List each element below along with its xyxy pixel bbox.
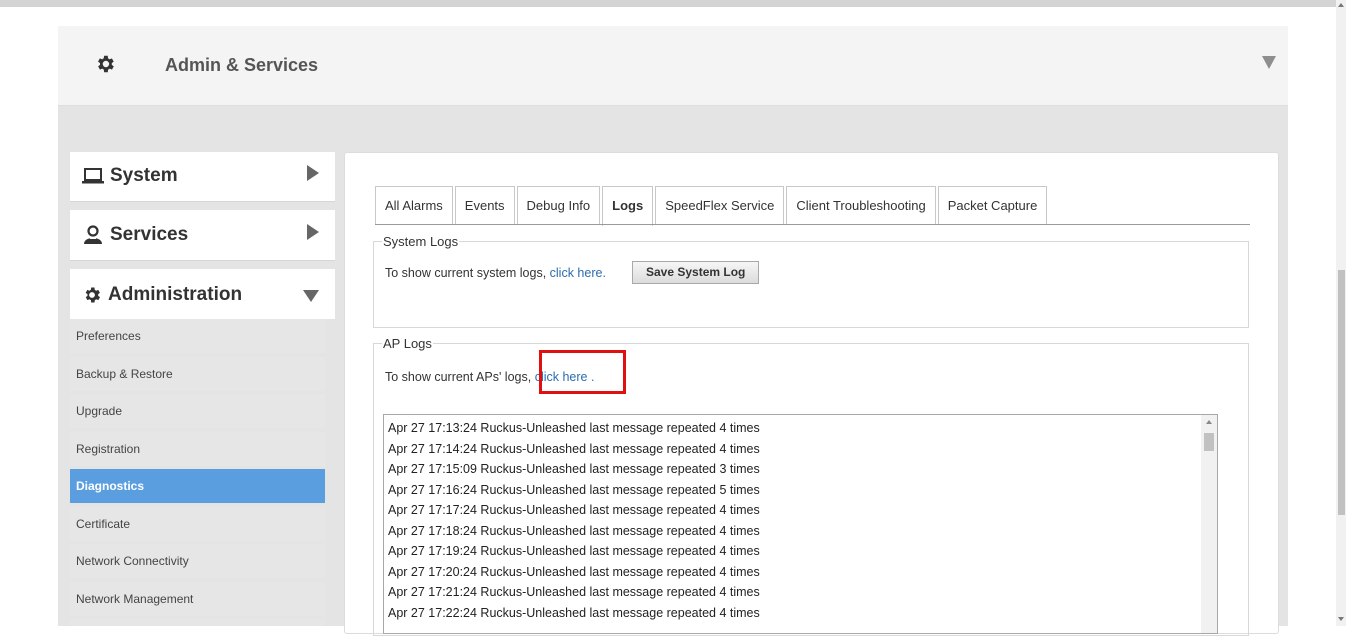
- log-line: Apr 27 17:16:24 Ruckus-Unleashed last me…: [388, 482, 760, 497]
- scroll-down-arrow-icon[interactable]: [1338, 617, 1344, 621]
- laptop-icon: [82, 168, 104, 184]
- ap-logs-textarea[interactable]: Apr 27 17:13:24 Ruckus-Unleashed last me…: [383, 414, 1218, 634]
- top-strip: [0, 0, 1336, 7]
- page-scroll-thumb[interactable]: [1338, 270, 1345, 515]
- log-line: Apr 27 17:13:24 Ruckus-Unleashed last me…: [388, 421, 760, 435]
- sidebar-item-partial: [70, 619, 325, 626]
- sidebar-item-certificate[interactable]: Certificate: [70, 507, 325, 541]
- system-logs-legend: System Logs: [383, 234, 459, 249]
- tabs-divider: [375, 224, 1250, 225]
- sidebar-item-network-management[interactable]: Network Management: [70, 582, 325, 616]
- collapse-arrow-icon[interactable]: [1262, 56, 1276, 69]
- highlight-box: [539, 350, 626, 394]
- scroll-up-arrow-icon[interactable]: [1338, 3, 1344, 7]
- log-line: Apr 27 17:14:24 Ruckus-Unleashed last me…: [388, 441, 760, 456]
- services-icon: [84, 225, 102, 244]
- header-title: Admin & Services: [165, 55, 319, 75]
- sidebar-item-upgrade[interactable]: Upgrade: [70, 394, 325, 428]
- gear-icon: [98, 55, 114, 73]
- chevron-right-icon: [307, 165, 319, 181]
- log-line: Apr 27 17:17:24 Ruckus-Unleashed last me…: [388, 503, 760, 517]
- chevron-right-icon: [307, 224, 319, 240]
- log-scroll-thumb[interactable]: [1204, 433, 1214, 451]
- scroll-up-arrow-icon[interactable]: [1206, 420, 1212, 424]
- log-scrollbar[interactable]: [1201, 415, 1217, 633]
- log-line: Apr 27 17:22:24 Ruckus-Unleashed last me…: [388, 605, 760, 620]
- page-scrollbar[interactable]: [1336, 0, 1346, 626]
- sidebar-item-preferences[interactable]: Preferences: [70, 319, 325, 353]
- sidebar-item-diagnostics[interactable]: Diagnostics: [70, 469, 325, 503]
- sidebar-section-administration[interactable]: Administration: [70, 269, 335, 319]
- tab-events[interactable]: Events: [454, 186, 515, 224]
- sidebar-section-label: Administration: [108, 284, 243, 305]
- sidebar-item-registration[interactable]: Registration: [70, 432, 325, 466]
- tab-client-troubleshooting[interactable]: Client Troubleshooting: [786, 186, 936, 224]
- diagnostics-tabs: All Alarms Events Debug Info Logs SpeedF…: [375, 186, 1049, 226]
- admin-services-header[interactable]: Admin & Services: [58, 26, 1288, 106]
- sidebar-section-system[interactable]: System: [70, 152, 335, 202]
- ap-logs-text: To show current APs' logs,: [385, 370, 532, 384]
- ap-logs-legend: AP Logs: [383, 336, 432, 351]
- save-system-log-button[interactable]: Save System Log: [632, 261, 760, 284]
- log-line: Apr 27 17:20:24 Ruckus-Unleashed last me…: [388, 564, 760, 579]
- log-line: Apr 27 17:21:24 Ruckus-Unleashed last me…: [388, 585, 760, 599]
- gear-icon: [85, 287, 100, 303]
- log-line: Apr 27 17:15:09 Ruckus-Unleashed last me…: [388, 462, 760, 476]
- tab-speedflex-service[interactable]: SpeedFlex Service: [655, 186, 785, 224]
- log-line: Apr 27 17:19:24 Ruckus-Unleashed last me…: [388, 544, 760, 558]
- system-logs-link[interactable]: click here.: [550, 266, 606, 280]
- tab-debug-info[interactable]: Debug Info: [516, 186, 601, 224]
- tab-packet-capture[interactable]: Packet Capture: [937, 186, 1048, 224]
- sidebar-section-label: Services: [110, 224, 189, 245]
- log-line: Apr 27 17:18:24 Ruckus-Unleashed last me…: [388, 523, 760, 538]
- sidebar-section-services[interactable]: Services: [70, 210, 335, 261]
- chevron-down-icon: [303, 290, 319, 302]
- system-logs-text: To show current system logs,: [385, 266, 547, 280]
- tab-logs[interactable]: Logs: [602, 186, 654, 226]
- system-logs-fieldset: System Logs: [373, 234, 1249, 328]
- tab-all-alarms[interactable]: All Alarms: [375, 186, 453, 224]
- sidebar-item-backup-restore[interactable]: Backup & Restore: [70, 357, 325, 391]
- sidebar-item-network-connectivity[interactable]: Network Connectivity: [70, 544, 325, 578]
- diagnostics-panel: All Alarms Events Debug Info Logs SpeedF…: [344, 152, 1279, 636]
- sidebar-section-label: System: [110, 165, 178, 186]
